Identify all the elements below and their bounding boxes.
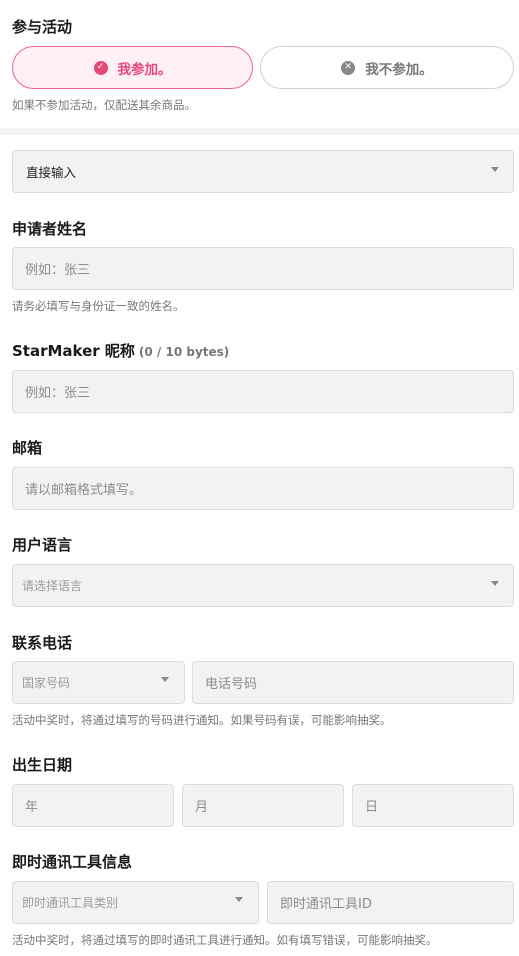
birth-month-placeholder: 月	[195, 800, 209, 815]
messenger-type-select[interactable]: 即时通讯工具类别	[12, 881, 259, 924]
phone-number-placeholder: 电话号码	[205, 677, 258, 692]
birth-day-input[interactable]: 日	[352, 784, 514, 827]
close-circle-icon: ✕	[341, 60, 356, 75]
messenger-type-placeholder: 即时通讯工具类别	[22, 896, 119, 910]
nickname-placeholder: 例如：张三	[25, 386, 91, 401]
messenger-title: 即时通讯工具信息	[12, 853, 133, 871]
birthdate-title: 出生日期	[12, 756, 73, 774]
birth-year-placeholder: 年	[25, 800, 39, 815]
participate-no-button[interactable]: ✕ 我不参加。	[260, 46, 514, 89]
section-divider	[0, 128, 519, 135]
phone-helper: 活动中奖时，将通过填写的号码进行通知。如果号码有误，可能影响抽奖。	[12, 713, 392, 727]
applicant-name-title: 申请者姓名	[12, 220, 88, 238]
caret-down-icon	[161, 677, 169, 682]
applicant-name-placeholder: 例如：张三	[25, 263, 91, 278]
nickname-title: StarMaker 昵称 (0 / 10 bytes)	[12, 340, 229, 361]
caret-down-icon	[491, 581, 499, 586]
birth-year-input[interactable]: 年	[12, 784, 174, 827]
country-code-select[interactable]: 国家号码	[12, 661, 185, 704]
birth-day-placeholder: 日	[365, 800, 379, 815]
phone-number-input[interactable]: 电话号码	[192, 661, 514, 704]
nickname-byte-count: (0 / 10 bytes)	[138, 345, 230, 359]
phone-title: 联系电话	[12, 634, 73, 652]
email-input[interactable]: 请以邮箱格式填写。	[12, 467, 514, 510]
check-circle-icon: ✓	[93, 60, 108, 75]
caret-down-icon	[235, 897, 243, 902]
country-code-placeholder: 国家号码	[22, 676, 71, 690]
language-title: 用户语言	[12, 536, 73, 554]
input-method-select[interactable]: 直接输入	[12, 150, 514, 193]
participate-helper: 如果不参加活动，仅配送其余商品。	[12, 98, 196, 112]
messenger-helper: 活动中奖时，将通过填写的即时通讯工具进行通知。如有填写错误，可能影响抽奖。	[12, 933, 438, 947]
participate-yes-button[interactable]: ✓ 我参加。	[12, 46, 253, 89]
nickname-input[interactable]: 例如：张三	[12, 370, 514, 413]
participate-title: 参与活动	[12, 18, 73, 36]
applicant-name-helper: 请务必填写与身份证一致的姓名。	[12, 299, 185, 313]
language-select[interactable]: 请选择语言	[12, 564, 514, 607]
participate-no-label: 我不参加。	[365, 61, 433, 78]
participate-yes-label: 我参加。	[117, 61, 172, 78]
caret-down-icon	[491, 167, 499, 172]
birth-month-input[interactable]: 月	[182, 784, 344, 827]
email-placeholder: 请以邮箱格式填写。	[25, 483, 143, 498]
messenger-id-input[interactable]: 即时通讯工具ID	[267, 881, 514, 924]
applicant-name-input[interactable]: 例如：张三	[12, 247, 514, 290]
nickname-title-text: StarMaker 昵称	[12, 342, 135, 360]
language-placeholder: 请选择语言	[22, 579, 83, 593]
email-title: 邮箱	[12, 439, 43, 457]
messenger-id-placeholder: 即时通讯工具ID	[280, 897, 372, 912]
input-method-value: 直接输入	[26, 165, 77, 180]
